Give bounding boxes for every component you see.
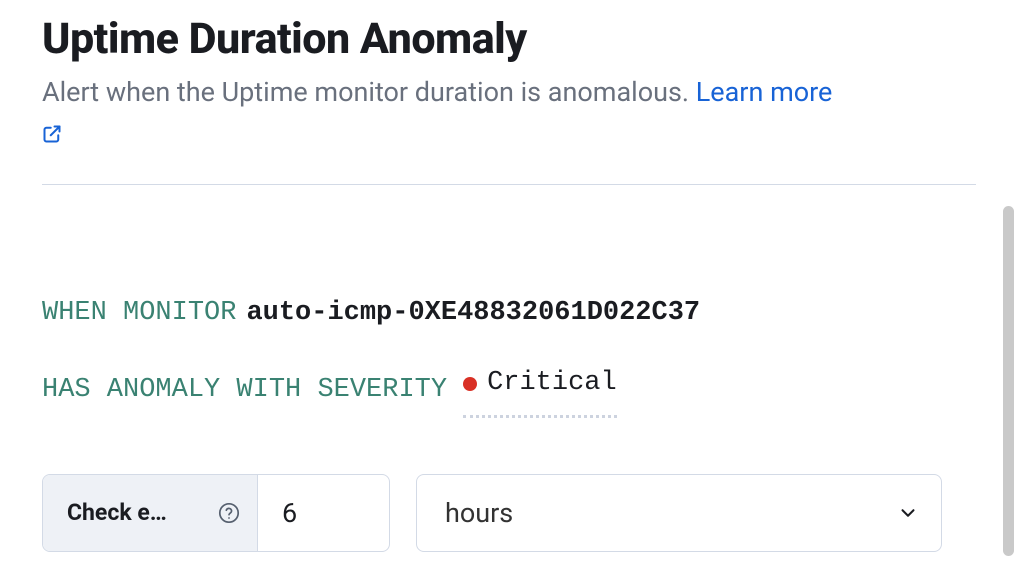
section-divider <box>42 184 976 185</box>
vertical-scrollbar[interactable] <box>1003 206 1014 556</box>
severity-keyword: HAS ANOMALY WITH SEVERITY <box>42 372 447 410</box>
severity-dot-icon <box>463 377 477 391</box>
check-every-input[interactable] <box>282 497 365 529</box>
severity-selector[interactable]: Critical <box>463 365 617 418</box>
external-link-icon[interactable] <box>42 124 62 144</box>
when-monitor-keyword: WHEN MONITOR <box>42 295 236 333</box>
chevron-down-icon <box>897 502 919 524</box>
monitor-value[interactable]: auto-icmp-0XE48832061D022C37 <box>246 295 700 333</box>
unit-selected-value: hours <box>445 497 513 529</box>
help-icon[interactable] <box>217 501 241 525</box>
check-every-label-cell: Check e… <box>43 475 258 551</box>
check-every-unit-select[interactable]: hours <box>416 474 942 552</box>
learn-more-link[interactable]: Learn more <box>696 76 833 108</box>
severity-value: Critical <box>487 365 617 403</box>
check-every-label: Check e… <box>67 499 205 526</box>
rule-when-monitor-line: WHEN MONITOR auto-icmp-0XE48832061D022C3… <box>42 295 976 333</box>
page-subtitle: Alert when the Uptime monitor duration i… <box>42 76 689 108</box>
check-every-field: Check e… <box>42 474 390 552</box>
page-title: Uptime Duration Anomaly <box>42 14 976 66</box>
rule-severity-line: HAS ANOMALY WITH SEVERITY Critical <box>42 365 976 418</box>
